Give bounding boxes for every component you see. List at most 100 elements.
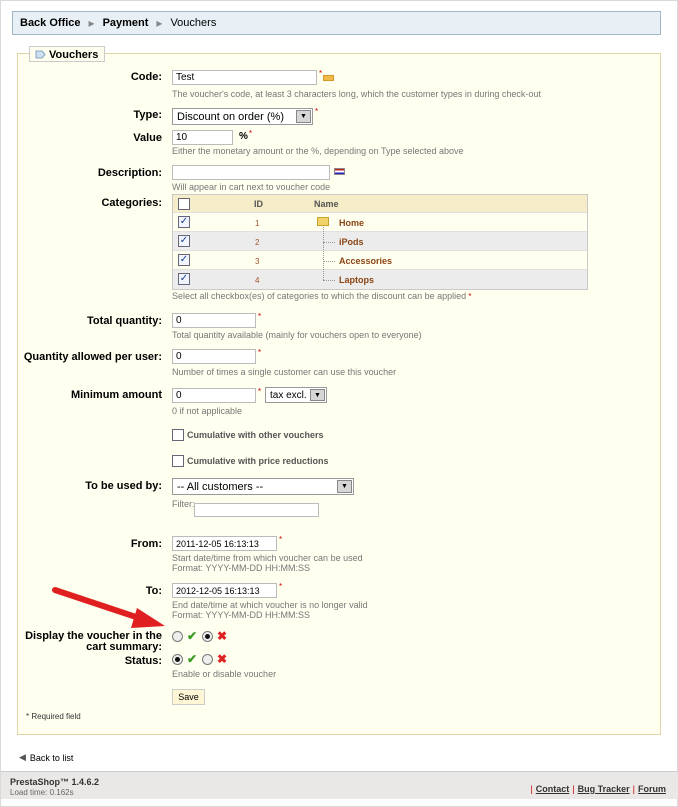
type-label: Type:	[133, 109, 162, 121]
category-checkbox[interactable]: ✓	[178, 254, 190, 266]
description-field[interactable]	[172, 165, 330, 180]
tax-select[interactable]: tax excl. ▼	[265, 387, 327, 403]
folder-icon	[317, 217, 329, 226]
qty-per-user-hint: Number of times a single customer can us…	[172, 367, 397, 377]
total-qty-hint: Total quantity available (mainly for vou…	[172, 330, 422, 340]
required-mark: *	[319, 69, 323, 78]
total-qty-field[interactable]: 0	[172, 313, 256, 328]
tree-branch	[323, 280, 335, 281]
col-id-header: ID	[254, 199, 263, 209]
code-field[interactable]: Test	[172, 70, 317, 85]
category-id: 3	[255, 257, 260, 266]
category-name: Laptops	[339, 275, 374, 285]
display-cart-no-radio[interactable]	[202, 631, 213, 642]
save-button[interactable]: Save	[172, 689, 205, 705]
display-cart-label: Display the voucher in the cart summary:	[25, 630, 162, 653]
cross-icon: ✖	[217, 629, 228, 643]
to-format-hint: Format: YYYY-MM-DD HH:MM:SS	[172, 610, 311, 620]
required-mark: *	[258, 312, 262, 321]
footer-bug-tracker-link[interactable]: Bug Tracker	[578, 784, 630, 794]
category-checkbox[interactable]: ✓	[178, 273, 190, 285]
min-amount-field[interactable]: 0	[172, 388, 256, 403]
category-name: Home	[339, 218, 365, 228]
used-by-label: To be used by:	[85, 480, 162, 492]
footer-version: PrestaShop™ 1.4.6.2	[10, 777, 100, 787]
footer-separator: |	[530, 784, 533, 794]
footer-links: | Contact | Bug Tracker | Forum	[530, 784, 666, 794]
tree-line	[323, 227, 324, 280]
code-hint: The voucher's code, at least 3 character…	[172, 89, 541, 99]
description-label: Description:	[97, 167, 162, 179]
category-row[interactable]: ✓ 2 iPods	[173, 232, 587, 251]
footer-load-time: Load time: 0.162s	[10, 788, 74, 797]
breadcrumb-separator-icon: ▸	[156, 16, 163, 30]
tax-selected-value: tax excl.	[270, 389, 307, 401]
from-date-field[interactable]: 2011-12-05 16:13:13	[172, 536, 277, 551]
check-icon: ✔	[187, 652, 198, 666]
cumulative-vouchers-checkbox[interactable]	[172, 429, 184, 441]
breadcrumb-back-office[interactable]: Back Office	[20, 17, 81, 29]
cumulative-vouchers-label: Cumulative with other vouchers	[187, 430, 324, 440]
tree-branch	[323, 261, 335, 262]
footer-separator: |	[632, 784, 635, 794]
category-id: 2	[255, 238, 260, 247]
breadcrumb-vouchers: Vouchers	[170, 17, 217, 29]
tree-branch	[323, 242, 335, 243]
category-checkbox[interactable]: ✓	[178, 216, 190, 228]
status-disabled-radio[interactable]	[202, 654, 213, 665]
value-label: Value	[133, 132, 162, 144]
footer-forum-link[interactable]: Forum	[638, 784, 666, 794]
status-enabled-radio[interactable]	[172, 654, 183, 665]
qty-per-user-field[interactable]: 0	[172, 349, 256, 364]
to-date-field[interactable]: 2012-12-05 16:13:13	[172, 583, 277, 598]
language-flag-icon[interactable]	[334, 168, 345, 175]
category-name: Accessories	[339, 256, 393, 266]
select-all-checkbox[interactable]	[178, 198, 190, 210]
footer: PrestaShop™ 1.4.6.2 Load time: 0.162s | …	[1, 771, 678, 799]
cumulative-reductions-checkbox[interactable]	[172, 455, 184, 467]
category-row[interactable]: ✓ 1 Home	[173, 213, 587, 232]
breadcrumb: Back Office ▸ Payment ▸ Vouchers	[12, 11, 661, 35]
footer-separator: |	[572, 784, 575, 794]
chevron-down-icon: ▼	[337, 480, 352, 493]
categories-header: ID Name	[173, 195, 587, 213]
status-hint: Enable or disable voucher	[172, 669, 277, 679]
filter-label: Filter:	[172, 499, 195, 509]
customer-select[interactable]: -- All customers -- ▼	[172, 478, 354, 495]
breadcrumb-payment[interactable]: Payment	[103, 17, 149, 29]
breadcrumb-separator-icon: ▸	[88, 16, 95, 30]
category-id: 4	[255, 276, 260, 285]
legend-label: Vouchers	[49, 48, 99, 61]
cumulative-reductions-label: Cumulative with price reductions	[187, 456, 329, 466]
display-cart-yes-radio[interactable]	[172, 631, 183, 642]
min-amount-label: Minimum amount	[70, 389, 162, 401]
category-row[interactable]: ✓ 3 Accessories	[173, 251, 587, 270]
category-id: 1	[255, 219, 260, 228]
customer-selected-value: -- All customers --	[177, 480, 264, 493]
page-frame: Back Office ▸ Payment ▸ Vouchers Voucher…	[0, 0, 678, 807]
code-label: Code:	[130, 71, 162, 83]
categories-table: ID Name ✓ 1 Home ✓ 2 iPods ✓ 3 Accessori…	[172, 194, 588, 290]
back-to-list-label: Back to list	[29, 752, 74, 763]
required-mark: *	[315, 107, 319, 116]
total-qty-label: Total quantity:	[87, 315, 162, 327]
col-name-header: Name	[314, 199, 339, 209]
value-hint: Either the monetary amount or the %, dep…	[172, 146, 464, 156]
categories-hint: Select all checkbox(es) of categories to…	[172, 291, 472, 301]
category-row[interactable]: ✓ 4 Laptops	[173, 270, 587, 289]
voucher-tag-icon	[35, 50, 46, 59]
type-select[interactable]: Discount on order (%) ▼	[172, 108, 313, 125]
generate-code-icon[interactable]	[323, 75, 334, 81]
red-arrow-icon	[52, 587, 165, 628]
form-legend: Vouchers	[29, 46, 106, 62]
description-hint: Will appear in cart next to voucher code	[172, 182, 331, 192]
back-to-list-link[interactable]: ◀ Back to list	[19, 752, 73, 763]
footer-contact-link[interactable]: Contact	[536, 784, 570, 794]
value-unit: %	[239, 131, 248, 142]
back-arrow-icon: ◀	[19, 752, 26, 762]
value-field[interactable]: 10	[172, 130, 233, 145]
customer-filter-field[interactable]	[194, 503, 319, 517]
required-mark: *	[258, 348, 262, 357]
required-mark: *	[258, 387, 262, 396]
category-checkbox[interactable]: ✓	[178, 235, 190, 247]
